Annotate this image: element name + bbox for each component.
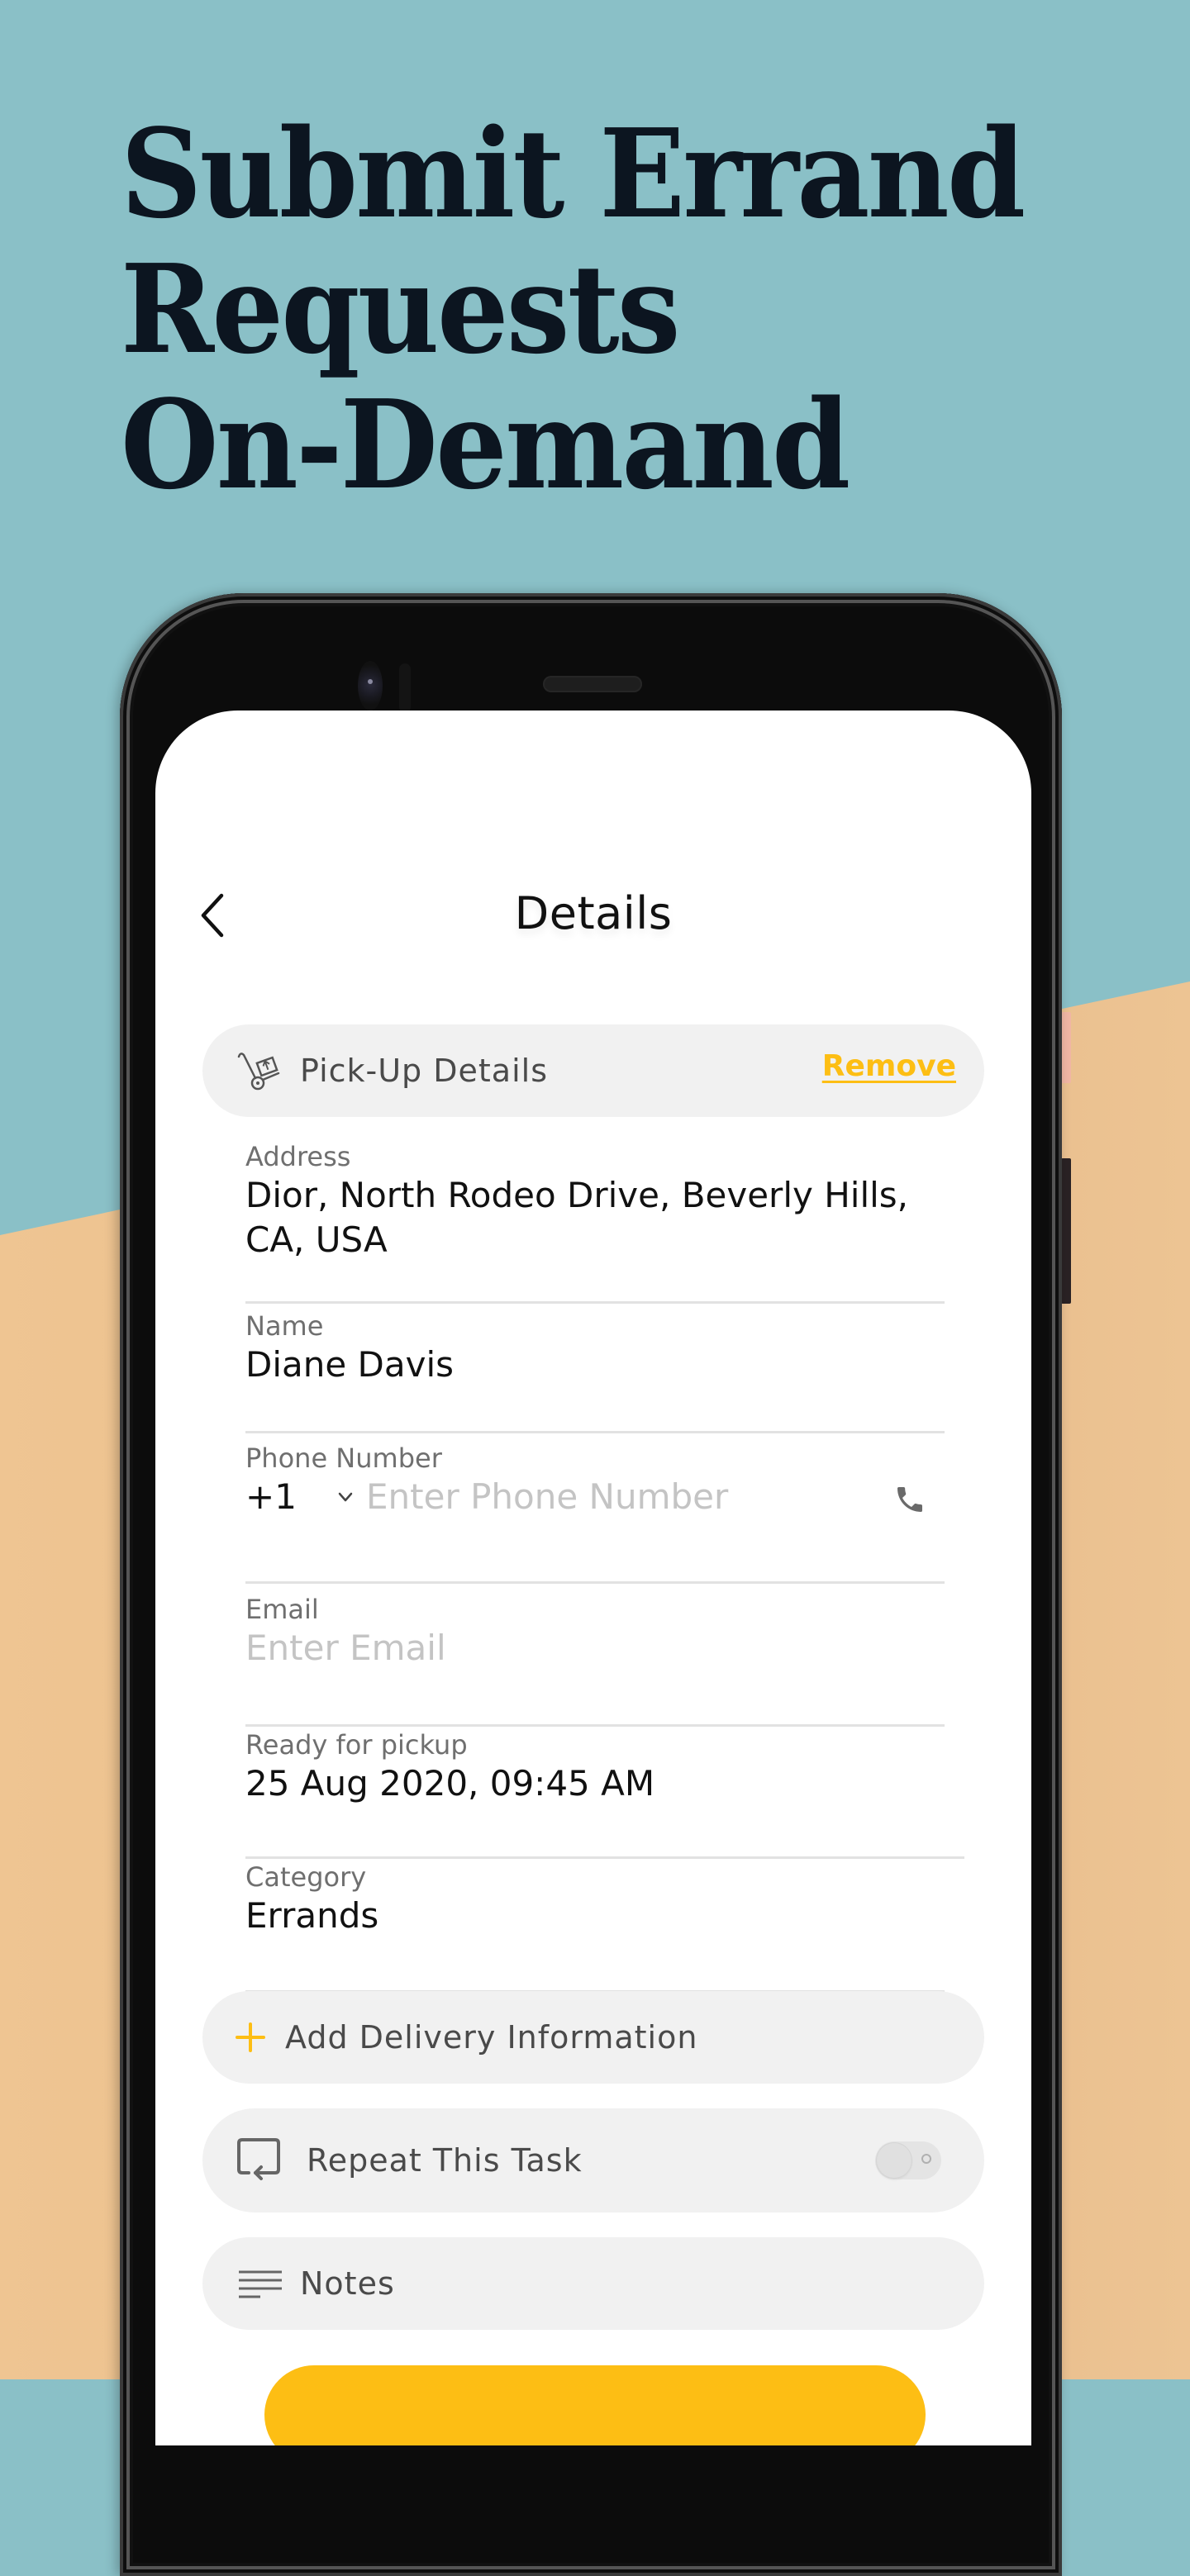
notes-button[interactable]: Notes: [202, 2237, 984, 2330]
plus-icon: [236, 2022, 265, 2052]
phone-power-button: [1061, 1012, 1071, 1083]
phone-icon[interactable]: [893, 1483, 926, 1516]
toggle-off-indicator: [921, 2154, 931, 2164]
ready-for-pickup-field[interactable]: Ready for pickup 25 Aug 2020, 09:45 AM: [245, 1728, 964, 1859]
pickup-details-label: Pick-Up Details: [300, 1053, 548, 1089]
phone-number-field: Phone Number +1 Enter Phone Number: [245, 1442, 945, 1584]
address-label: Address: [245, 1141, 351, 1172]
page-title: Details: [514, 887, 673, 939]
earpiece-speaker: [543, 676, 642, 692]
headline-line-1: Submit Errand: [121, 102, 1026, 245]
phone-screen: Details Pick-Up Details Remove Address D…: [155, 711, 1031, 2445]
repeat-task-toggle[interactable]: [875, 2141, 941, 2179]
ready-for-pickup-label: Ready for pickup: [245, 1729, 468, 1761]
headline-line-3: On-Demand: [121, 373, 850, 516]
repeat-task-row: Repeat This Task: [202, 2108, 984, 2212]
promo-headline: Submit Errand Requests On-Demand: [121, 102, 1026, 516]
chevron-down-icon[interactable]: [336, 1488, 355, 1506]
category-value[interactable]: Errands: [245, 1894, 945, 1938]
front-camera: [358, 661, 383, 711]
proximity-sensor: [399, 663, 411, 713]
address-value[interactable]: Dior, North Rodeo Drive, Beverly Hills, …: [245, 1173, 945, 1262]
primary-action-button[interactable]: [264, 2365, 926, 2445]
headline-line-2: Requests: [121, 237, 681, 381]
pickup-details-section[interactable]: Pick-Up Details Remove: [202, 1024, 984, 1117]
repeat-icon: [237, 2138, 280, 2180]
email-field[interactable]: Email Enter Email: [245, 1593, 945, 1727]
name-field[interactable]: Name Diane Davis: [245, 1309, 945, 1433]
email-label: Email: [245, 1594, 319, 1625]
category-label: Category: [245, 1861, 367, 1893]
toggle-knob: [877, 2143, 912, 2178]
remove-pickup-link[interactable]: Remove: [822, 1049, 956, 1083]
app-header: Details: [155, 876, 1031, 950]
phone-number-input[interactable]: Enter Phone Number: [366, 1476, 945, 1517]
notes-lines-icon: [239, 2270, 282, 2298]
add-delivery-information-button[interactable]: Add Delivery Information: [202, 1991, 984, 2084]
ready-for-pickup-value[interactable]: 25 Aug 2020, 09:45 AM: [245, 1761, 964, 1806]
category-field[interactable]: Category Errands: [245, 1861, 945, 1993]
hand-truck-icon: [237, 1053, 280, 1091]
name-label: Name: [245, 1310, 324, 1342]
name-value[interactable]: Diane Davis: [245, 1343, 945, 1387]
phone-number-label: Phone Number: [245, 1442, 442, 1474]
address-field[interactable]: Address Dior, North Rodeo Drive, Beverly…: [245, 1140, 945, 1304]
add-delivery-label: Add Delivery Information: [285, 2019, 698, 2056]
notes-label: Notes: [300, 2265, 395, 2302]
country-code-select[interactable]: +1: [245, 1476, 336, 1517]
email-input[interactable]: Enter Email: [245, 1626, 945, 1671]
phone-input-row: +1 Enter Phone Number: [245, 1476, 945, 1517]
phone-volume-button: [1061, 1158, 1071, 1304]
repeat-task-label: Repeat This Task: [307, 2142, 583, 2179]
